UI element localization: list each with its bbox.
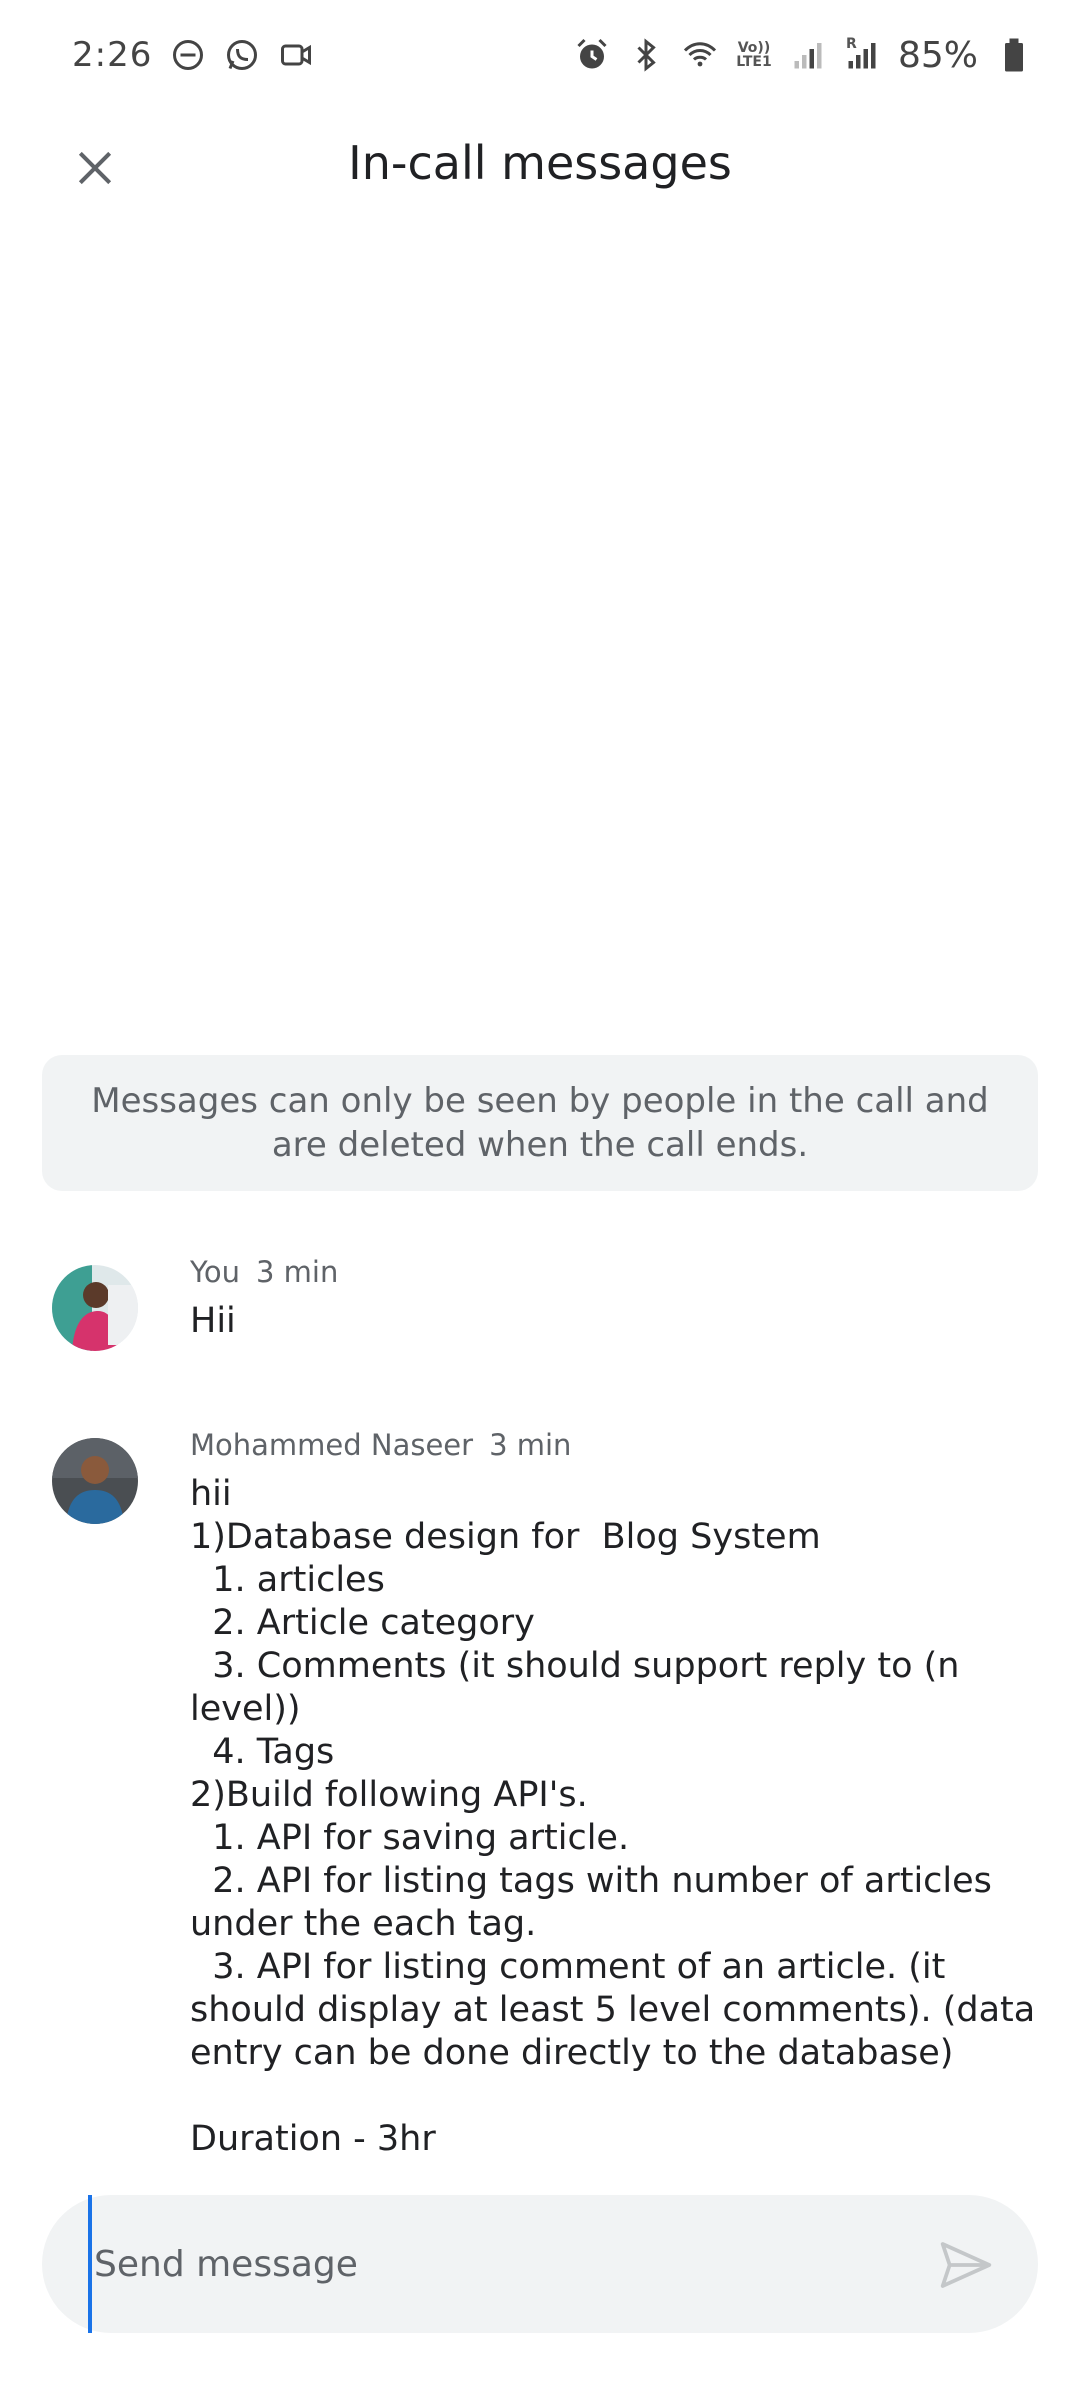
status-left: 2:26 (72, 35, 314, 75)
battery-percent: 85% (897, 34, 978, 76)
message-sender: You (190, 1255, 240, 1289)
bluetooth-icon (628, 37, 664, 73)
signal-icon (790, 37, 826, 73)
message-item: Mohammed Naseer 3 min hii 1)Database desi… (0, 1428, 1080, 2159)
message-text: Hii (190, 1301, 236, 1341)
video-camera-icon (278, 37, 314, 73)
roaming-label: R (845, 36, 857, 52)
whatsapp-icon (224, 37, 260, 73)
message-time: 3 min (256, 1255, 339, 1289)
avatar[interactable] (52, 1265, 138, 1351)
privacy-notice: Messages can only be seen by people in t… (42, 1055, 1038, 1191)
status-bar: 2:26 Vo)) LTE1 R 85% (0, 0, 1080, 110)
status-time: 2:26 (72, 35, 153, 75)
message-time: 3 min (489, 1428, 572, 1462)
battery-icon (996, 37, 1032, 73)
message-text: hii 1)Database design for Blog System 1.… (190, 1474, 1036, 2159)
send-button[interactable] (934, 2233, 998, 2297)
volte-label: Vo)) LTE1 (736, 40, 772, 70)
page-title: In-call messages (348, 136, 732, 190)
message-meta: You 3 min (190, 1255, 338, 1289)
app-bar: In-call messages (0, 110, 1080, 222)
wifi-icon (682, 37, 718, 73)
signal-roaming-icon: R (844, 37, 880, 73)
message-item: You 3 min Hii (0, 1255, 1080, 1375)
message-meta: Mohammed Naseer 3 min (190, 1428, 571, 1462)
volte-icon: Vo)) LTE1 (736, 37, 772, 73)
send-icon (940, 2242, 992, 2288)
message-composer (42, 2195, 1038, 2333)
status-right: Vo)) LTE1 R 85% (574, 35, 1032, 76)
alarm-icon (574, 37, 610, 73)
message-sender: Mohammed Naseer (190, 1428, 474, 1462)
send-message-input[interactable] (88, 2195, 908, 2333)
do-not-disturb-icon (170, 37, 206, 73)
avatar[interactable] (52, 1438, 138, 1524)
